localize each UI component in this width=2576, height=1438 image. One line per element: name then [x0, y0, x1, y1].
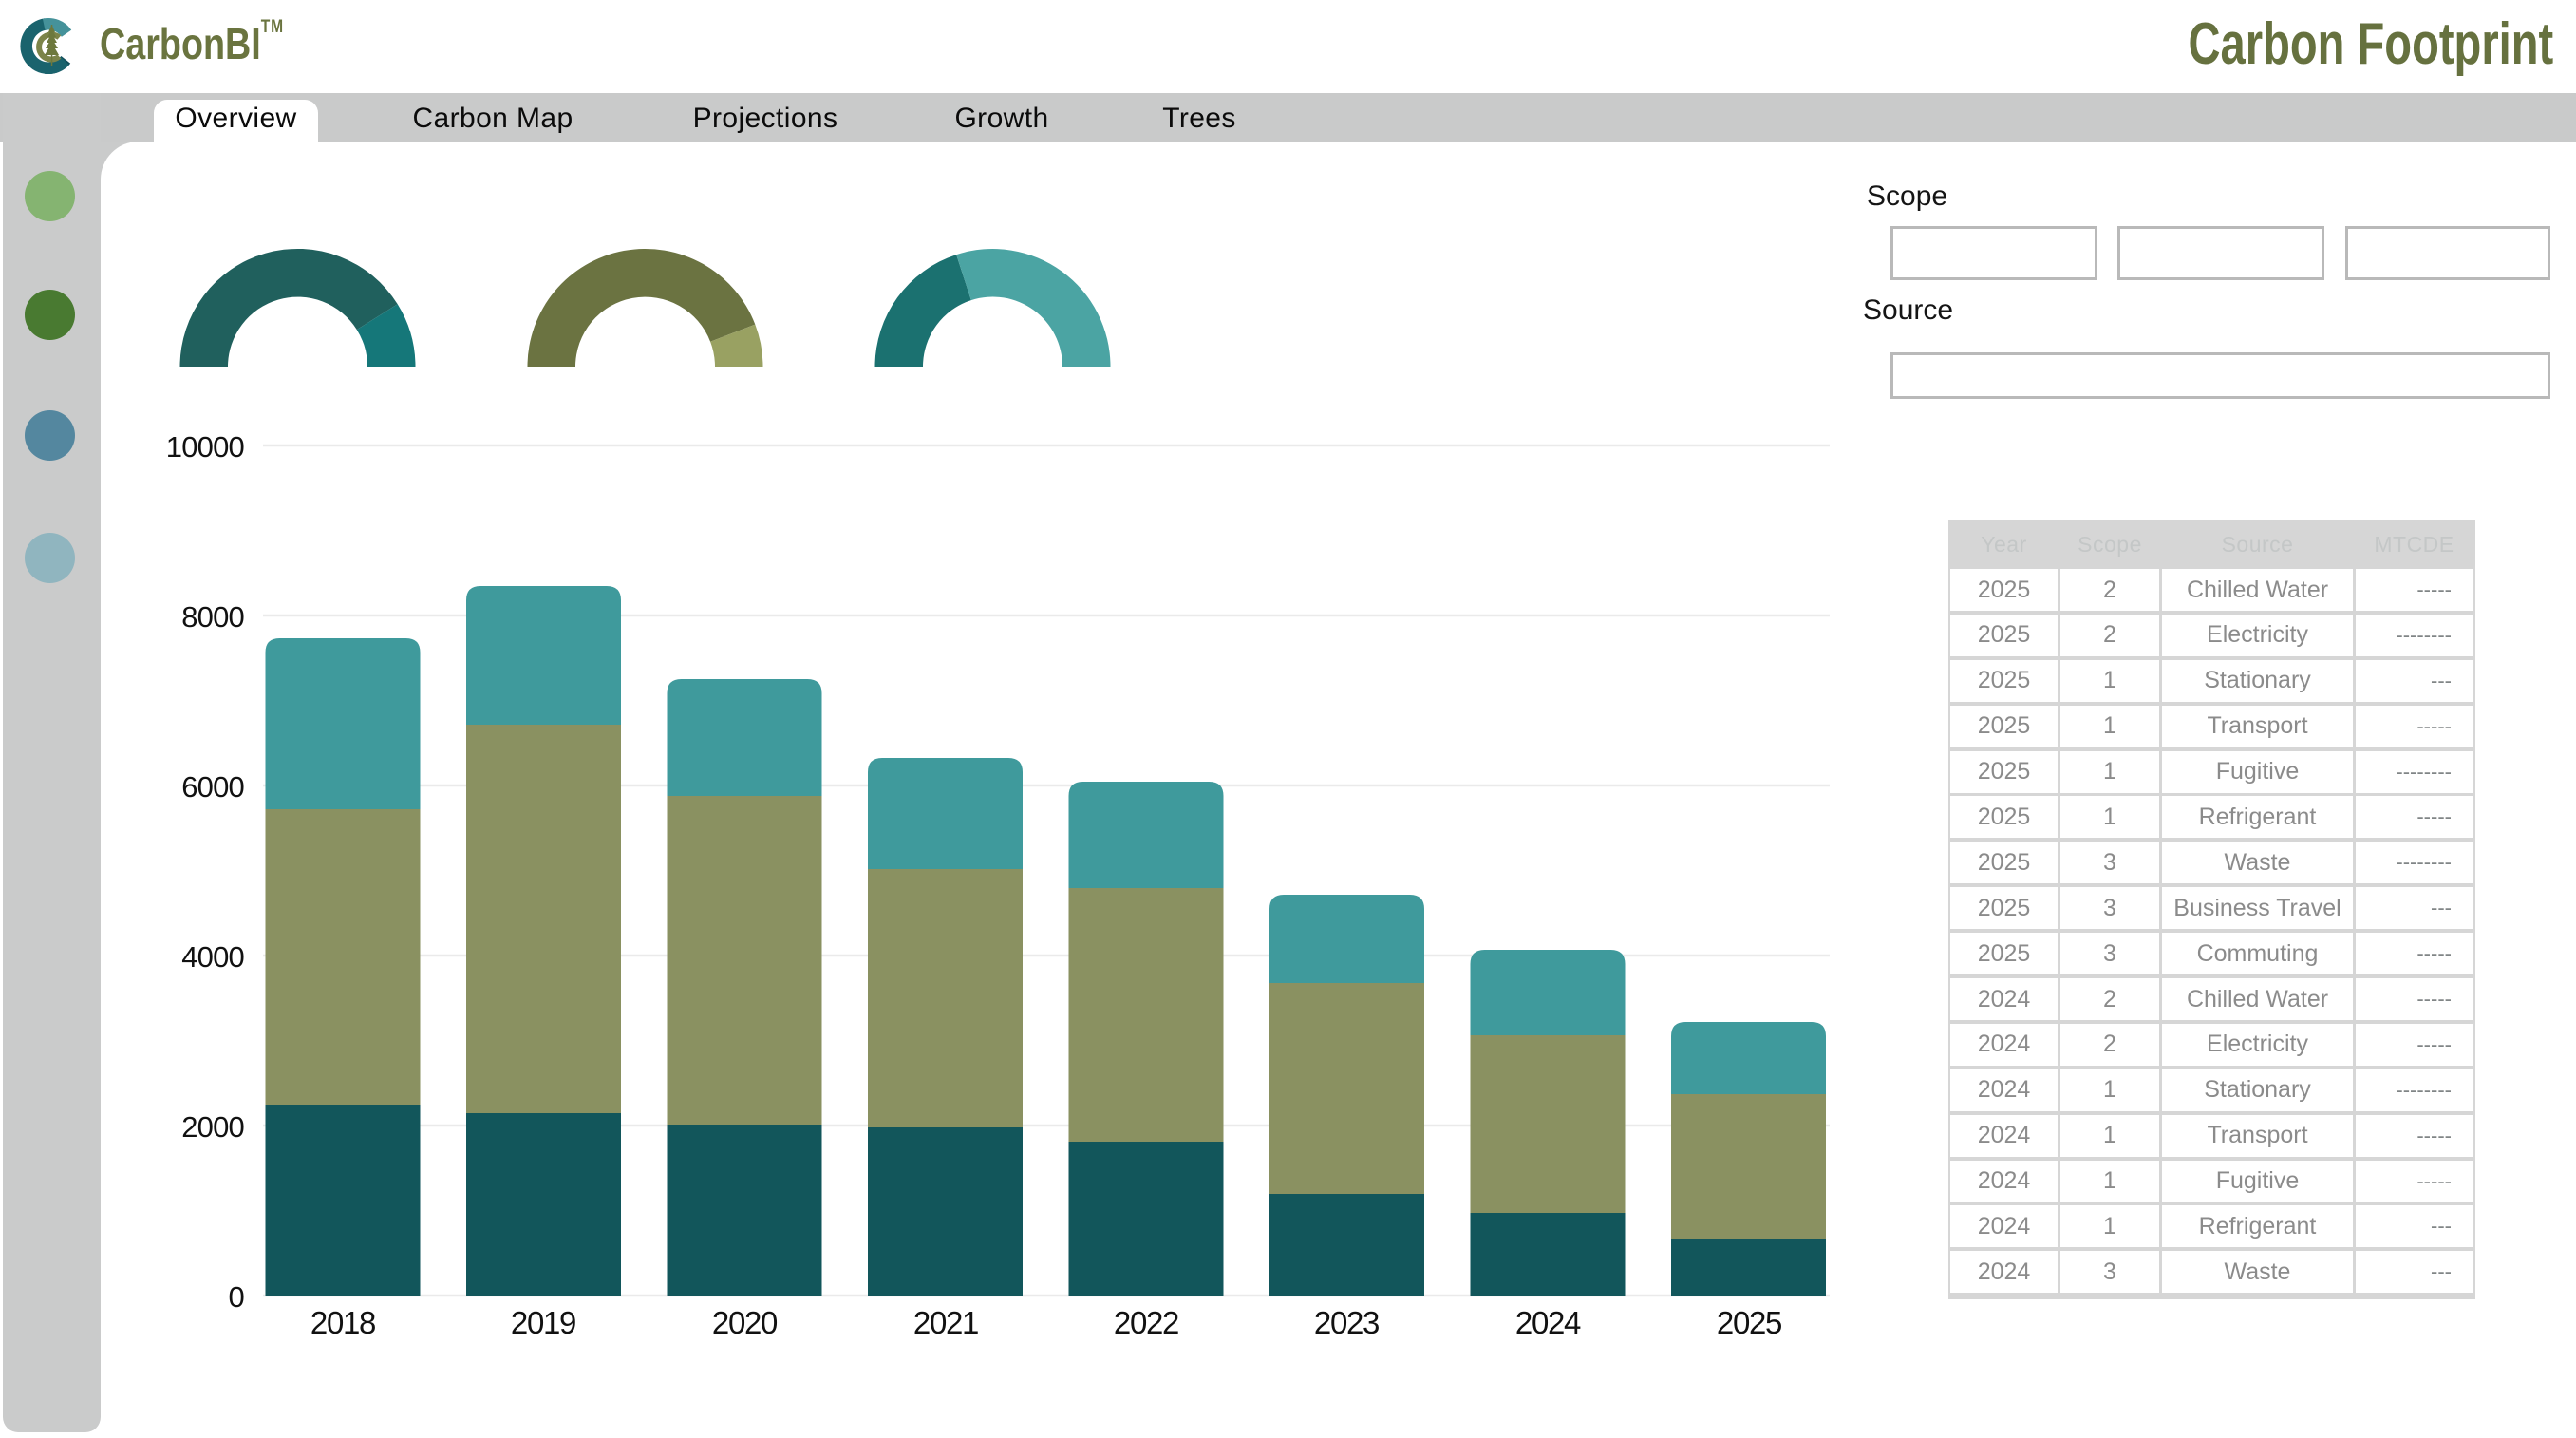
- svg-text:2019: 2019: [511, 1305, 575, 1340]
- svg-text:2022: 2022: [1114, 1305, 1178, 1340]
- svg-text:2024: 2024: [1515, 1305, 1581, 1340]
- svg-text:0: 0: [229, 1280, 245, 1314]
- svg-text:2021: 2021: [913, 1305, 978, 1340]
- svg-text:6000: 6000: [181, 770, 244, 804]
- svg-text:2020: 2020: [712, 1305, 778, 1340]
- svg-text:2023: 2023: [1314, 1305, 1379, 1340]
- svg-text:2025: 2025: [1717, 1305, 1781, 1340]
- svg-text:2000: 2000: [181, 1110, 244, 1144]
- svg-text:2018: 2018: [310, 1305, 375, 1340]
- svg-text:10000: 10000: [166, 430, 245, 464]
- svg-text:4000: 4000: [181, 940, 244, 974]
- svg-text:8000: 8000: [181, 600, 244, 634]
